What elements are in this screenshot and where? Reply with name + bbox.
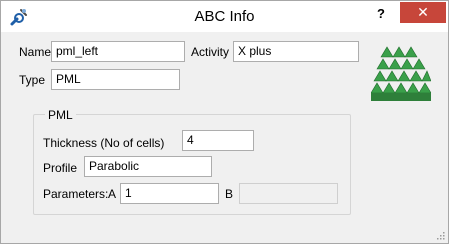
name-field[interactable]: pml_left [51,41,185,62]
title-bar: ABC Info ? ✕ [1,1,448,32]
abc-info-dialog: ABC Info ? ✕ Name pml_left Activity X pl… [0,0,449,244]
b-label: B [225,187,234,201]
parameters-label: Parameters: [43,187,109,201]
type-label: Type [19,73,46,87]
resize-grip-icon[interactable] [435,230,445,240]
name-label: Name [19,45,52,59]
activity-field[interactable]: X plus [233,41,359,62]
profile-field[interactable]: Parabolic [84,156,212,177]
pml-group-title: PML [45,108,76,122]
thickness-label: Thickness (No of cells) [43,136,165,150]
type-field[interactable]: PML [51,69,180,90]
close-button[interactable]: ✕ [400,2,446,23]
activity-label: Activity [191,45,230,59]
a-label: A [108,187,117,201]
parameter-b-field [239,183,338,204]
green-pyramids-logo [371,46,431,101]
profile-label: Profile [43,161,78,175]
dialog-content: Name pml_left Activity X plus Type PML P… [9,32,440,236]
help-button[interactable]: ? [369,4,393,24]
thickness-field[interactable]: 4 [182,130,254,151]
parameter-a-field[interactable]: 1 [120,183,219,204]
